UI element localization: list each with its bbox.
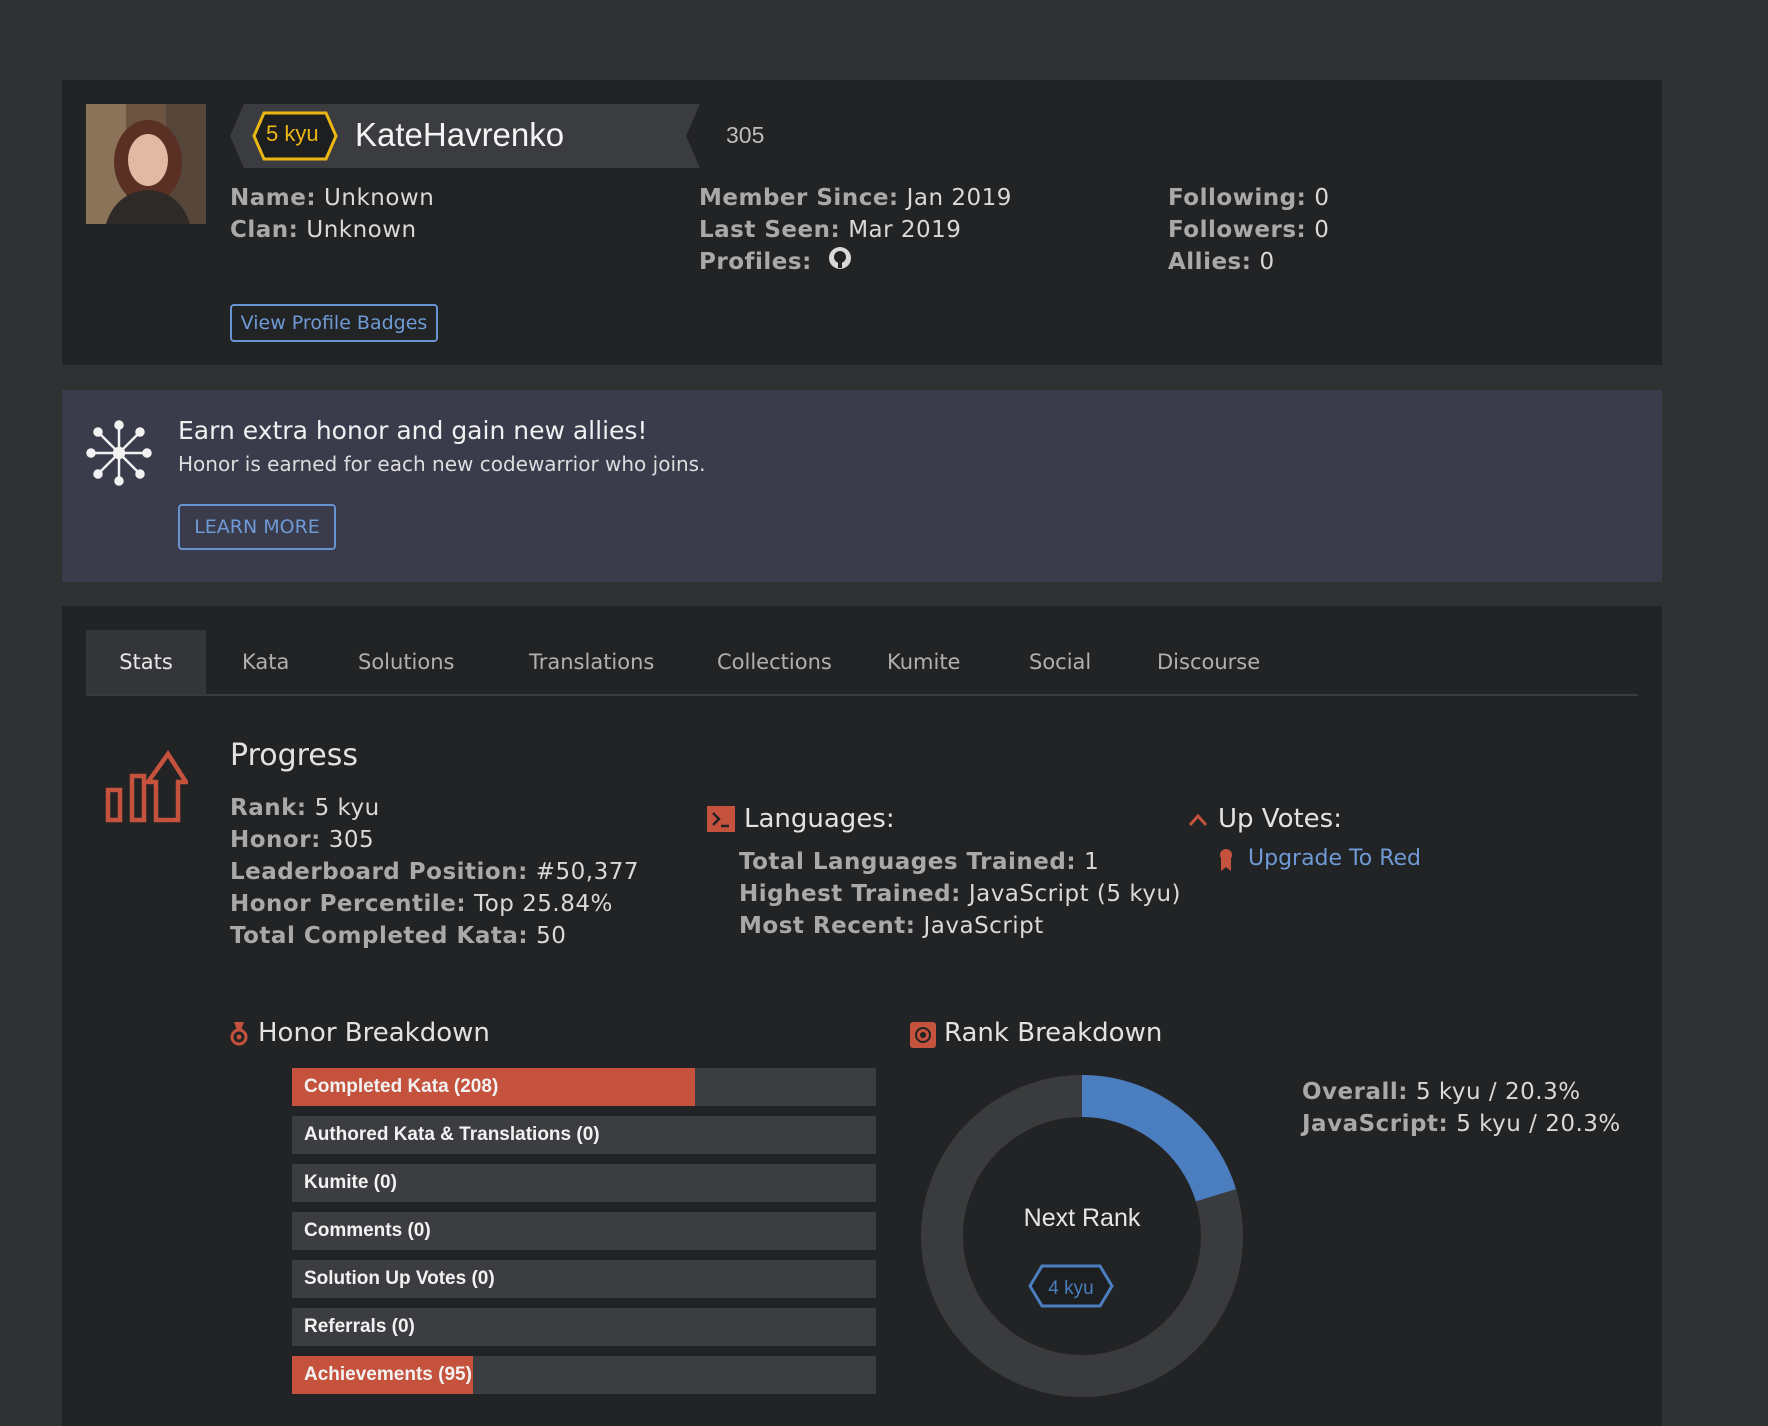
next-rank-label: Next Rank xyxy=(1024,1204,1141,1232)
promo-headline: Earn extra honor and gain new allies! xyxy=(178,416,648,445)
honor-breakdown-label: Achievements (95) xyxy=(304,1364,472,1385)
rank-breakdown-title: Rank Breakdown xyxy=(944,1018,1163,1048)
honor-breakdown-label: Kumite (0) xyxy=(304,1172,397,1193)
javascript-rank-row: JavaScript: 5 kyu / 20.3% xyxy=(1302,1111,1621,1137)
honor-breakdown-bar: Solution Up Votes (0) xyxy=(292,1260,876,1298)
promo-subtext: Honor is earned for each new codewarrior… xyxy=(178,452,706,476)
honor-promo-panel: Earn extra honor and gain new allies! Ho… xyxy=(62,390,1662,582)
tab-collections[interactable]: Collections xyxy=(717,630,832,694)
rank-name-bar: 5 kyu KateHavrenko xyxy=(230,104,700,168)
ribbon-icon xyxy=(1218,848,1234,876)
avatar[interactable] xyxy=(86,104,206,224)
leaderboard-position-row: Leaderboard Position: #50,377 xyxy=(230,859,640,885)
honor-breakdown-bar: Comments (0) xyxy=(292,1212,876,1250)
progress-title: Progress xyxy=(230,738,359,773)
honor-breakdown-bar: Authored Kata & Translations (0) xyxy=(292,1116,876,1154)
honor-breakdown-label: Comments (0) xyxy=(304,1220,431,1241)
network-icon xyxy=(86,420,152,490)
honor-breakdown-bar: Completed Kata (208) xyxy=(292,1068,876,1106)
honor-breakdown-label: Solution Up Votes (0) xyxy=(304,1268,495,1289)
overall-rank-row: Overall: 5 kyu / 20.3% xyxy=(1302,1079,1581,1105)
languages-title: Languages: xyxy=(744,804,895,834)
profile-panel: 5 kyu KateHavrenko 305 Name: Unknown Clan… xyxy=(62,80,1662,365)
tab-social[interactable]: Social xyxy=(1029,630,1091,694)
next-rank-badge[interactable]: 4 kyu xyxy=(1048,1278,1093,1299)
up-votes-title: Up Votes: xyxy=(1218,804,1342,834)
total-languages-row: Total Languages Trained: 1 xyxy=(739,849,1100,875)
most-recent-row: Most Recent: JavaScript xyxy=(739,913,1044,939)
tab-kumite[interactable]: Kumite xyxy=(887,630,960,694)
tab-discourse[interactable]: Discourse xyxy=(1157,630,1260,694)
honor-breakdown-title: Honor Breakdown xyxy=(258,1018,490,1048)
following-row: Following: 0 xyxy=(1168,185,1330,211)
rank-badge[interactable]: 5 kyu xyxy=(266,121,319,147)
honor-breakdown-label: Referrals (0) xyxy=(304,1316,415,1337)
allies-row: Allies: 0 xyxy=(1168,249,1275,275)
progress-chart-icon xyxy=(104,748,191,828)
target-icon xyxy=(910,1022,936,1052)
upgrade-to-red-link[interactable]: Upgrade To Red xyxy=(1248,846,1421,871)
profile-tabs: Stats Kata Solutions Translations Collec… xyxy=(86,630,1638,696)
username: KateHavrenko xyxy=(355,116,565,153)
donut-progress-arc xyxy=(1081,1075,1237,1202)
tab-translations[interactable]: Translations xyxy=(529,630,654,694)
highest-trained-row: Highest Trained: JavaScript (5 kyu) xyxy=(739,881,1181,907)
honor-breakdown-label: Authored Kata & Translations (0) xyxy=(304,1124,600,1145)
honor-count: 305 xyxy=(726,122,765,148)
profile-name-row: Name: Unknown xyxy=(230,185,435,211)
progress-honor-row: Honor: 305 xyxy=(230,827,375,853)
github-icon[interactable] xyxy=(828,246,852,279)
learn-more-button[interactable]: LEARN MORE xyxy=(178,504,336,550)
honor-breakdown-bar: Kumite (0) xyxy=(292,1164,876,1202)
member-since-row: Member Since: Jan 2019 xyxy=(699,185,1012,211)
profiles-row: Profiles: xyxy=(699,246,852,279)
medal-icon xyxy=(230,1022,248,1050)
rank-progress-donut: Next Rank 4 kyu xyxy=(921,1075,1243,1397)
total-completed-kata-row: Total Completed Kata: 50 xyxy=(230,923,567,949)
chevron-up-icon xyxy=(1188,812,1208,831)
honor-breakdown-bar: Referrals (0) xyxy=(292,1308,876,1346)
profile-clan-row: Clan: Unknown xyxy=(230,217,417,243)
tab-solutions[interactable]: Solutions xyxy=(358,630,455,694)
honor-breakdown-label: Completed Kata (208) xyxy=(304,1076,499,1097)
view-profile-badges-button[interactable]: View Profile Badges xyxy=(230,304,438,342)
stats-panel: Stats Kata Solutions Translations Collec… xyxy=(62,606,1662,1426)
last-seen-row: Last Seen: Mar 2019 xyxy=(699,217,962,243)
honor-breakdown-bar: Achievements (95) xyxy=(292,1356,876,1394)
progress-rank-row: Rank: 5 kyu xyxy=(230,795,380,821)
followers-row: Followers: 0 xyxy=(1168,217,1330,243)
honor-percentile-row: Honor Percentile: Top 25.84% xyxy=(230,891,613,917)
tab-stats[interactable]: Stats xyxy=(86,630,206,694)
terminal-icon xyxy=(707,806,735,836)
tab-kata[interactable]: Kata xyxy=(242,630,289,694)
